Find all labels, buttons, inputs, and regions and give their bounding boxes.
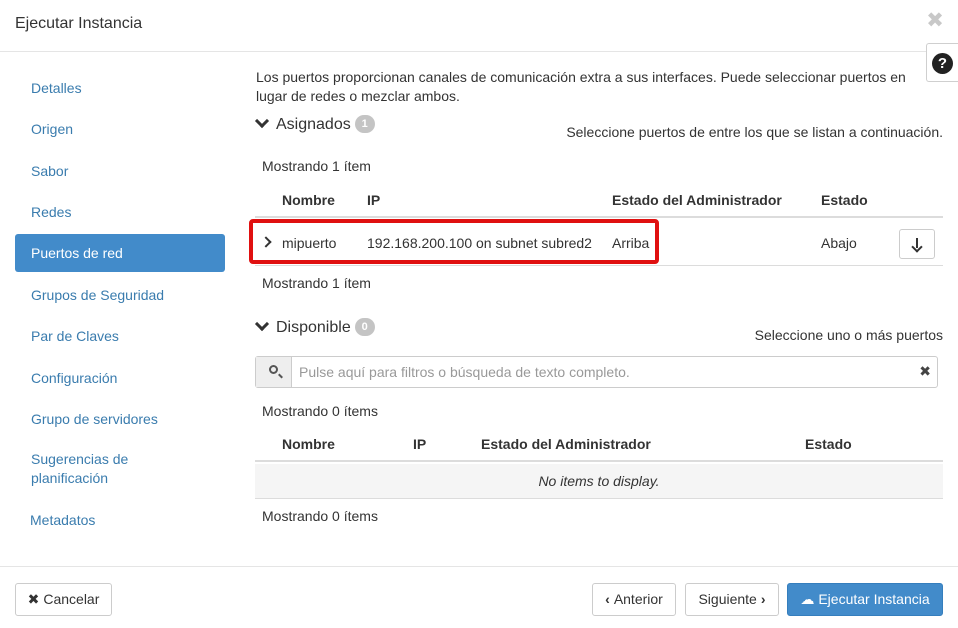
sidebar-item-label-line1: Sugerencias de — [31, 451, 129, 467]
deallocate-button[interactable] — [899, 229, 935, 259]
close-icon: ✖ — [27, 591, 40, 607]
col-ip: IP — [367, 192, 381, 208]
annotation-highlight-box — [249, 219, 659, 264]
assigned-count-top: Mostrando 1 ítem — [262, 158, 371, 174]
available-count-bottom: Mostrando 0 ítems — [262, 508, 378, 524]
launch-instance-button[interactable]: ☁ Ejecutar Instancia — [787, 583, 943, 616]
sidebar-item-configuracion[interactable]: Configuración — [15, 359, 225, 397]
chevron-down-icon — [256, 117, 268, 129]
launch-instance-modal: Ejecutar Instancia ✖ ? Detalles Origen S… — [0, 0, 958, 628]
col-nombre: Nombre — [282, 192, 335, 208]
assigned-hint: Seleccione puertos de entre los que se l… — [566, 124, 943, 140]
next-label: Siguiente — [698, 591, 757, 607]
assigned-section-toggle[interactable]: Asignados 1 — [256, 115, 375, 134]
sidebar-item-origen[interactable]: Origen — [15, 110, 225, 148]
chevron-right-icon: › — [760, 591, 766, 607]
search-addon — [256, 357, 292, 387]
col-nombre: Nombre — [282, 436, 335, 452]
close-icon[interactable]: ✖ — [926, 10, 944, 32]
modal-header: Ejecutar Instancia ✖ — [0, 0, 958, 52]
sidebar-item-grupos-de-seguridad[interactable]: Grupos de Seguridad — [15, 276, 225, 314]
assigned-table-header: Nombre IP Estado del Administrador Estad… — [255, 186, 943, 218]
modal-footer: ✖ Cancelar ‹ Anterior Siguiente › ☁ Ejecutar… — [0, 566, 958, 628]
sidebar-item-label-line2: planificación — [31, 470, 109, 486]
assigned-count-badge: 1 — [354, 115, 375, 133]
empty-table-message: No items to display. — [255, 464, 943, 499]
sidebar-item-sugerencias-de-planificacion[interactable]: Sugerencias de planificación — [15, 450, 225, 490]
step-description: Los puertos proporcionan canales de comu… — [256, 68, 936, 106]
launch-label: Ejecutar Instancia — [818, 591, 930, 607]
sidebar-item-redes[interactable]: Redes — [15, 193, 225, 231]
available-table-header: Nombre IP Estado del Administrador Estad… — [255, 430, 943, 462]
available-title: Disponible — [276, 319, 351, 337]
col-estado: Estado — [805, 436, 852, 452]
previous-button[interactable]: ‹ Anterior — [592, 583, 676, 616]
clear-search-icon[interactable]: ✖ — [919, 363, 931, 380]
port-state: Abajo — [821, 235, 857, 251]
col-ip: IP — [413, 436, 427, 452]
assigned-count-bottom: Mostrando 1 ítem — [262, 275, 371, 291]
arrow-down-icon — [916, 238, 918, 248]
cancel-label: Cancelar — [43, 591, 100, 607]
description-line-1: Los puertos proporcionan canales de comu… — [256, 69, 906, 85]
sidebar-item-sabor[interactable]: Sabor — [15, 152, 225, 190]
chevron-down-icon — [256, 320, 268, 332]
description-line-2: lugar de redes o mezclar ambos. — [256, 88, 460, 104]
assigned-title: Asignados — [276, 116, 351, 134]
search-icon — [269, 365, 278, 374]
modal-title: Ejecutar Instancia — [15, 15, 143, 32]
search-input[interactable] — [293, 357, 913, 387]
col-estado-admin: Estado del Administrador — [481, 436, 651, 452]
sidebar-item-detalles[interactable]: Detalles — [15, 69, 225, 107]
search-bar: ✖ — [255, 356, 938, 388]
sidebar-item-grupo-de-servidores[interactable]: Grupo de servidores — [15, 400, 225, 438]
cancel-button[interactable]: ✖ Cancelar — [15, 583, 112, 616]
sidebar-item-metadatos[interactable]: Metadatos — [15, 501, 225, 539]
sidebar-item-puertos-de-red[interactable]: Puertos de red — [15, 234, 225, 272]
sidebar-item-par-de-claves[interactable]: Par de Claves — [15, 317, 225, 355]
available-section-toggle[interactable]: Disponible 0 — [256, 318, 375, 337]
next-button[interactable]: Siguiente › — [685, 583, 779, 616]
previous-label: Anterior — [613, 591, 663, 607]
col-estado: Estado — [821, 192, 868, 208]
available-count-top: Mostrando 0 ítems — [262, 403, 378, 419]
cloud-upload-icon: ☁ — [800, 591, 815, 607]
col-estado-admin: Estado del Administrador — [612, 192, 782, 208]
available-count-badge: 0 — [354, 318, 375, 336]
available-hint: Seleccione uno o más puertos — [754, 327, 943, 343]
chevron-left-icon: ‹ — [605, 591, 610, 607]
